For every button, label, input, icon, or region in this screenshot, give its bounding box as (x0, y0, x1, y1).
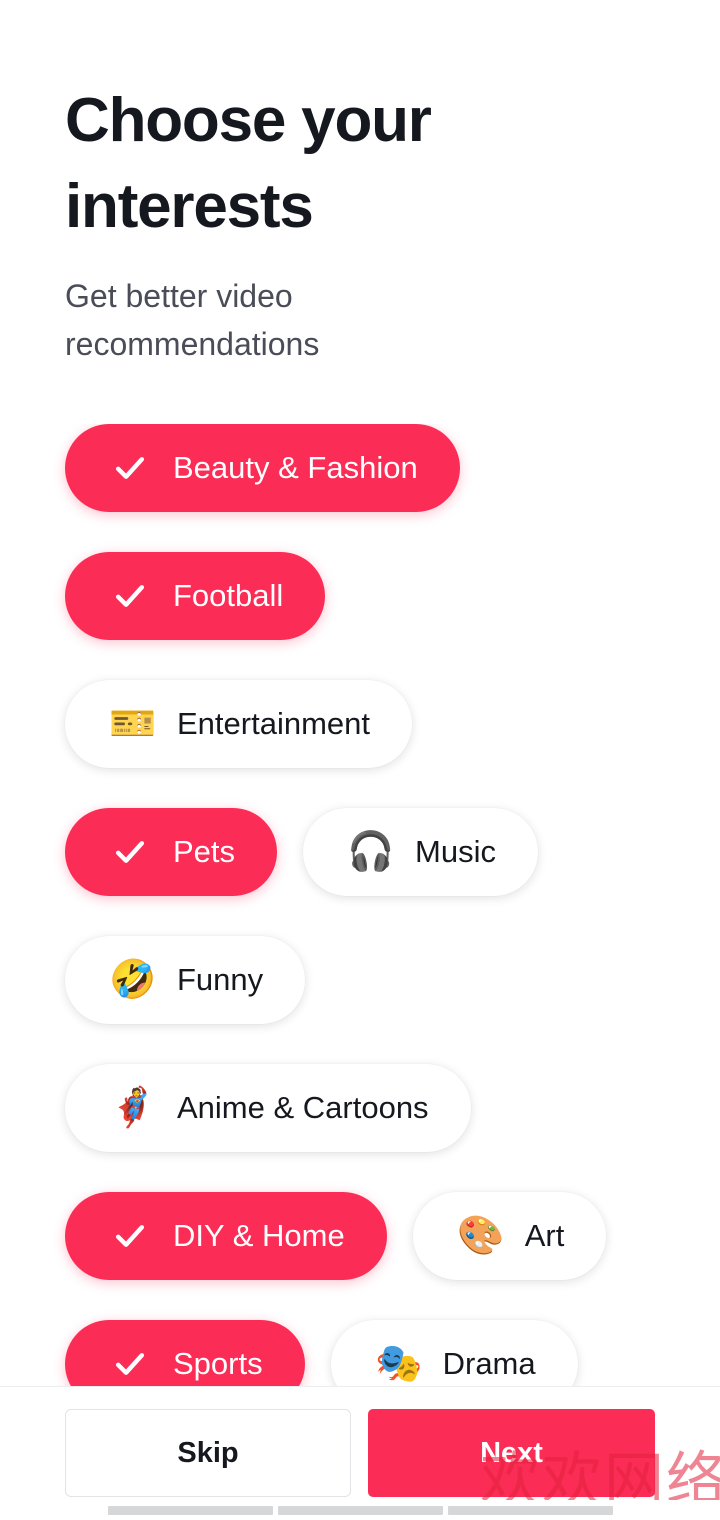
interest-chip-row: Football (0, 552, 720, 640)
interest-chip-label: Entertainment (177, 706, 370, 741)
check-icon (107, 1213, 153, 1259)
nav-recents-segment[interactable] (447, 1505, 613, 1515)
interest-chip-label: Football (173, 578, 284, 613)
interest-chip[interactable]: 🎨 Art (412, 1192, 607, 1280)
interest-chip[interactable]: 🦸 Anime & Cartoons (65, 1064, 471, 1152)
interest-chip[interactable]: Football (65, 552, 326, 640)
interest-chip-label: Art (524, 1218, 565, 1253)
check-icon (107, 1341, 153, 1386)
interest-chip-label: Drama (442, 1346, 536, 1381)
interest-chip-list[interactable]: Beauty & Fashion Football 🎫 Entertainment Pe… (0, 424, 720, 1386)
interest-chip-row: Sports 🎭 Drama (0, 1320, 720, 1386)
nav-back-segment[interactable] (107, 1505, 273, 1515)
performing-arts-icon: 🎭 (374, 1343, 423, 1385)
interest-chip[interactable]: 🤣 Funny (65, 936, 306, 1024)
interest-chip-row: 🎫 Entertainment (0, 680, 720, 768)
interest-chip-row: DIY & Home 🎨 Art (0, 1192, 720, 1280)
interest-chip-label: DIY & Home (173, 1218, 345, 1253)
interest-chip-row: Pets 🎧 Music (0, 808, 720, 896)
interest-chip-label: Anime & Cartoons (177, 1090, 429, 1125)
interest-chip[interactable]: 🎭 Drama (330, 1320, 578, 1386)
headphone-icon: 🎧 (347, 831, 395, 873)
interest-chip[interactable]: DIY & Home (65, 1192, 387, 1280)
page-title: Choose your interests (65, 86, 432, 241)
admission-ticket-icon: 🎫 (109, 703, 157, 745)
superhero-icon: 🦸 (109, 1087, 157, 1129)
interest-chip[interactable]: Beauty & Fashion (65, 424, 460, 512)
interest-chip-row: Beauty & Fashion (0, 424, 720, 512)
interest-chip-label: Beauty & Fashion (173, 450, 418, 485)
nav-home-segment[interactable] (277, 1505, 443, 1515)
rolling-on-floor-laughing-icon: 🤣 (109, 959, 157, 1001)
interest-chip[interactable]: 🎫 Entertainment (65, 680, 412, 768)
interest-chip-row: 🦸 Anime & Cartoons (0, 1064, 720, 1152)
next-button-label: Next (480, 1436, 543, 1469)
page-subtitle: Get better video recommendations (65, 278, 320, 362)
header: Choose your interests Get better video r… (65, 78, 585, 368)
next-button[interactable]: Next (368, 1409, 655, 1497)
android-navigation-bar[interactable] (0, 1500, 720, 1520)
interest-chip-label: Funny (177, 962, 264, 997)
interest-chip[interactable]: 🎧 Music (303, 808, 538, 896)
interest-chip[interactable]: Pets (65, 808, 278, 896)
skip-button[interactable]: Skip (65, 1409, 351, 1497)
interest-chip-label: Music (415, 834, 496, 869)
check-icon (107, 829, 153, 875)
interest-chip-row: 🤣 Funny (0, 936, 720, 1024)
interest-chip-label: Sports (173, 1346, 263, 1381)
interest-chip[interactable]: Sports (65, 1320, 305, 1386)
interest-chip-label: Pets (173, 834, 236, 869)
interests-onboarding-screen: Choose your interests Get better video r… (0, 0, 720, 1520)
check-icon (107, 573, 153, 619)
artist-palette-icon: 🎨 (457, 1215, 505, 1257)
skip-button-label: Skip (177, 1436, 239, 1469)
check-icon (107, 445, 153, 491)
